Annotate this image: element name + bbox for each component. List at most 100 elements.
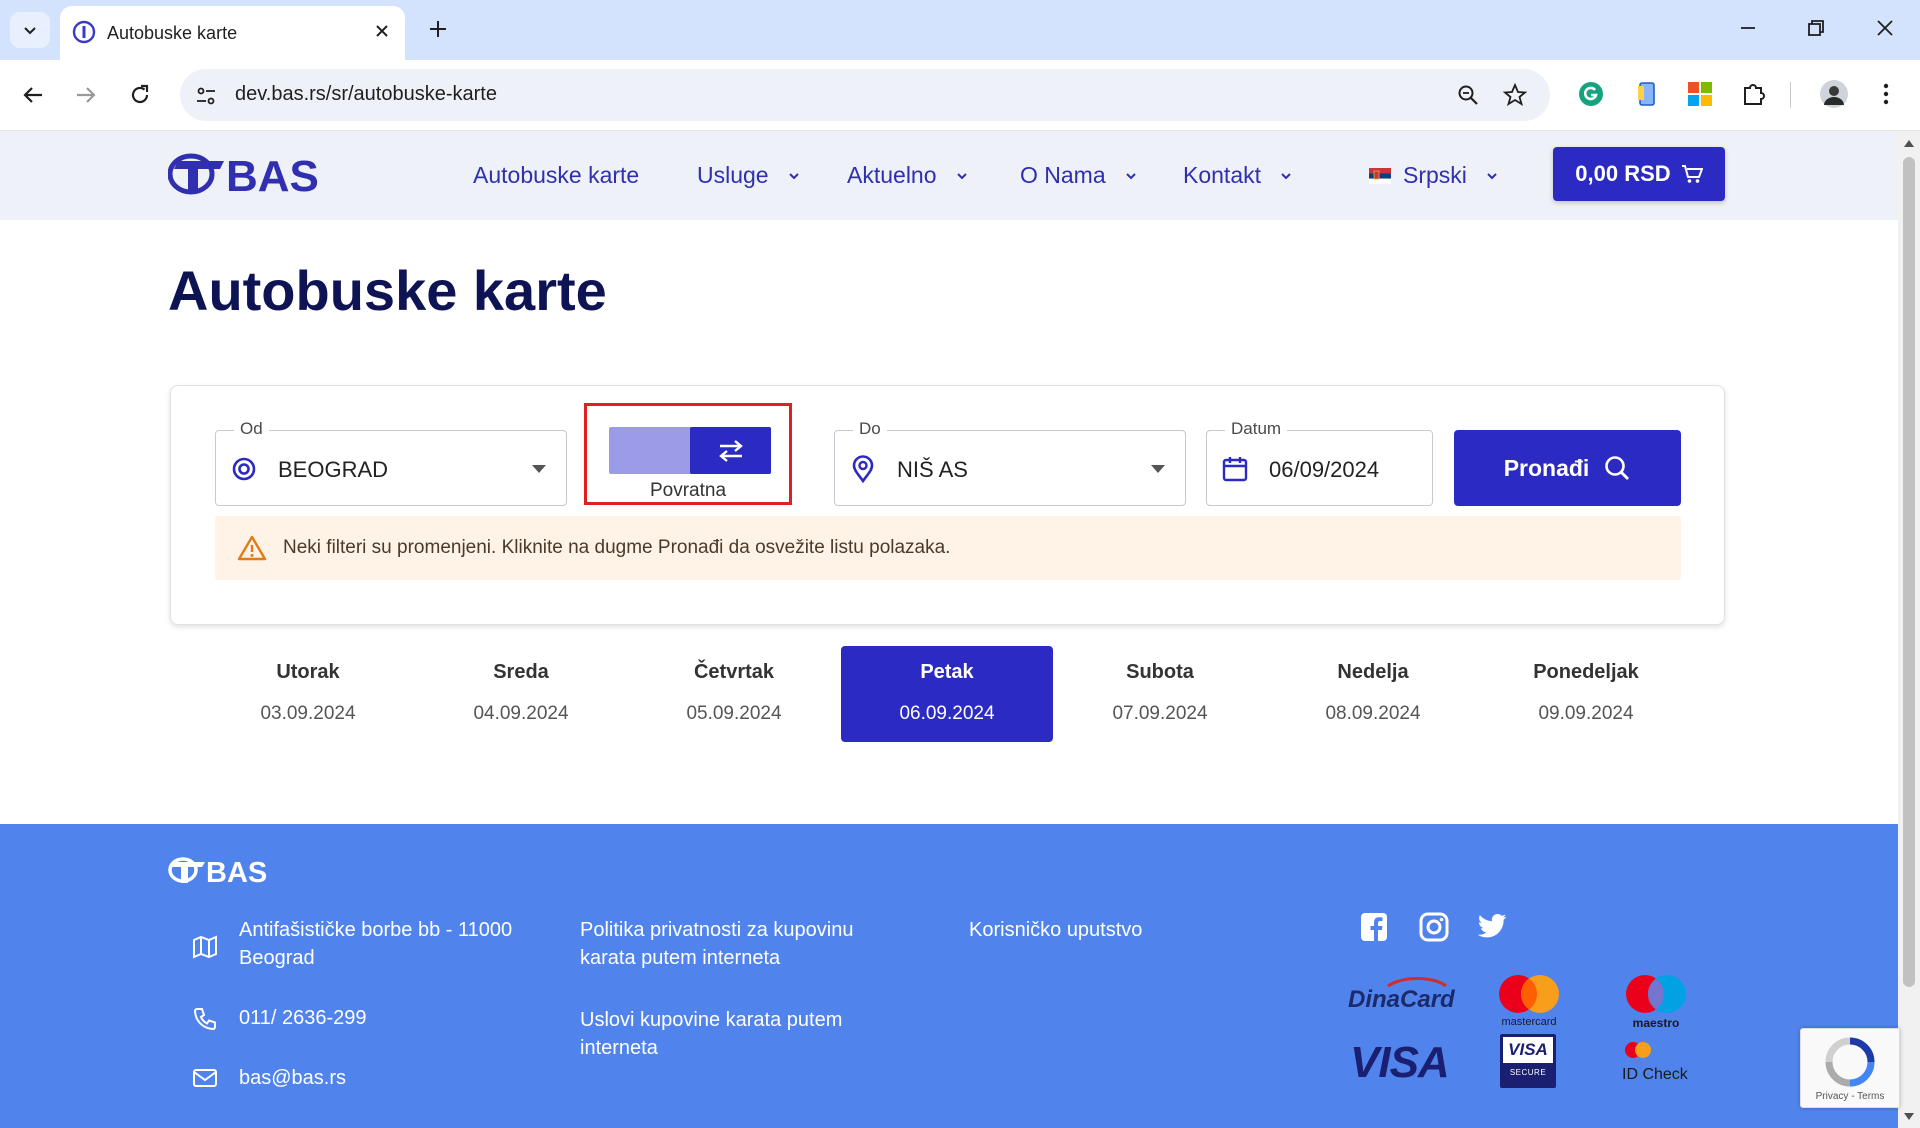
cart-icon bbox=[1681, 165, 1703, 183]
site-settings-icon[interactable] bbox=[194, 84, 218, 108]
recaptcha-icon bbox=[1825, 1037, 1875, 1087]
alert-text: Neki filteri su promenjeni. Kliknite na … bbox=[283, 537, 951, 558]
dinacard-label: DinaCard bbox=[1348, 986, 1455, 1013]
bas-favicon-icon bbox=[72, 20, 96, 44]
visa-secure-top-text: VISA bbox=[1508, 1040, 1548, 1059]
url-text[interactable]: dev.bas.rs/sr/autobuske-karte bbox=[235, 83, 497, 106]
from-select[interactable]: Od BEOGRAD bbox=[215, 419, 567, 506]
user-manual-link[interactable]: Korisničko uputstvo bbox=[969, 916, 1142, 944]
day-name: Utorak bbox=[276, 661, 340, 683]
day-item[interactable]: Ponedeljak 09.09.2024 bbox=[1480, 646, 1692, 742]
logo-text: BAS bbox=[226, 152, 319, 199]
address-bar[interactable]: dev.bas.rs/sr/autobuske-karte bbox=[180, 69, 1550, 121]
maestro-icon bbox=[1626, 975, 1686, 1013]
date-value: 06/09/2024 bbox=[1269, 457, 1380, 482]
day-item-selected[interactable]: Petak 06.09.2024 bbox=[841, 646, 1053, 742]
nav-kontakt[interactable]: Kontakt bbox=[1183, 162, 1293, 189]
language-selector[interactable]: Srpski bbox=[1369, 162, 1499, 189]
from-value: BEOGRAD bbox=[278, 457, 389, 482]
day-name: Četvrtak bbox=[693, 661, 775, 683]
profile-avatar-icon[interactable] bbox=[1819, 79, 1849, 109]
day-name: Subota bbox=[1126, 661, 1194, 683]
email-icon bbox=[193, 1069, 217, 1087]
footer-email[interactable]: bas@bas.rs bbox=[239, 1064, 346, 1092]
footer-logo[interactable]: BAS bbox=[168, 854, 280, 886]
toggle-knob[interactable] bbox=[690, 427, 771, 474]
warning-icon bbox=[237, 535, 267, 561]
phone-extension-icon[interactable] bbox=[1633, 80, 1661, 108]
nav-autobuske-karte[interactable]: Autobuske karte bbox=[473, 162, 639, 189]
extensions-puzzle-icon[interactable] bbox=[1740, 80, 1768, 108]
nav-label: Usluge bbox=[697, 162, 769, 188]
new-tab-plus-icon[interactable] bbox=[425, 16, 451, 42]
back-arrow-icon[interactable] bbox=[20, 82, 46, 108]
terms-link[interactable]: Uslovi kupovine karata putem interneta bbox=[580, 1006, 842, 1062]
day-date: 07.09.2024 bbox=[1112, 703, 1208, 724]
facebook-icon[interactable] bbox=[1360, 912, 1388, 942]
page-scrollbar[interactable] bbox=[1898, 131, 1920, 1128]
chevron-down-icon bbox=[24, 27, 36, 35]
day-name: Sreda bbox=[493, 661, 549, 683]
scroll-up-icon[interactable] bbox=[1904, 139, 1914, 147]
mastercard-text: mastercard bbox=[1501, 1016, 1557, 1028]
nav-usluge[interactable]: Usluge bbox=[697, 162, 801, 189]
day-date: 09.09.2024 bbox=[1538, 703, 1634, 724]
day-name: Nedelja bbox=[1337, 661, 1409, 683]
day-date: 05.09.2024 bbox=[686, 703, 782, 724]
link-line: karata putem interneta bbox=[580, 947, 781, 969]
browser-toolbar: dev.bas.rs/sr/autobuske-karte bbox=[0, 60, 1920, 131]
day-item[interactable]: Utorak 03.09.2024 bbox=[202, 646, 414, 742]
date-field[interactable]: Datum 06/09/2024 bbox=[1206, 419, 1433, 506]
zoom-icon[interactable] bbox=[1456, 83, 1480, 107]
recaptcha-badge[interactable]: Privacy - Terms bbox=[1800, 1028, 1900, 1108]
microsoft-extension-icon[interactable] bbox=[1686, 80, 1714, 108]
nav-label: Autobuske karte bbox=[473, 162, 640, 188]
forward-arrow-icon[interactable] bbox=[73, 82, 99, 108]
day-date: 08.09.2024 bbox=[1325, 703, 1421, 724]
window-close-icon[interactable] bbox=[1873, 16, 1897, 40]
search-card: Od BEOGRAD Povratna Do NIŠ AS Datum 06/0… bbox=[170, 385, 1725, 625]
day-item[interactable]: Četvrtak 05.09.2024 bbox=[628, 646, 840, 742]
restore-icon[interactable] bbox=[1804, 16, 1828, 40]
day-item[interactable]: Nedelja 08.09.2024 bbox=[1267, 646, 1479, 742]
reload-icon[interactable] bbox=[127, 82, 153, 108]
id-check-logo: ID Check bbox=[1622, 1040, 1688, 1083]
bas-logo[interactable]: BAS bbox=[168, 149, 338, 199]
recaptcha-text[interactable]: Privacy - Terms bbox=[1801, 1091, 1899, 1102]
maestro-logo: maestro bbox=[1620, 974, 1692, 1030]
scroll-thumb[interactable] bbox=[1903, 157, 1915, 987]
bookmark-star-icon[interactable] bbox=[1502, 82, 1528, 108]
toolbar-divider bbox=[1790, 82, 1791, 108]
cart-total: 0,00 RSD bbox=[1575, 161, 1671, 186]
return-trip-toggle[interactable] bbox=[609, 427, 771, 474]
to-select[interactable]: Do NIŠ AS bbox=[834, 419, 1186, 506]
nav-o-nama[interactable]: O Nama bbox=[1020, 162, 1138, 189]
instagram-icon[interactable] bbox=[1419, 912, 1449, 942]
close-icon[interactable] bbox=[371, 20, 393, 42]
day-item[interactable]: Subota 07.09.2024 bbox=[1054, 646, 1266, 742]
minimize-icon[interactable] bbox=[1736, 16, 1760, 40]
grammarly-extension-icon[interactable] bbox=[1577, 80, 1605, 108]
footer-phone[interactable]: 011/ 2636-299 bbox=[239, 1004, 367, 1032]
filters-changed-alert: Neki filteri su promenjeni. Kliknite na … bbox=[215, 516, 1681, 580]
twitter-icon[interactable] bbox=[1478, 914, 1508, 940]
browser-menu-icon[interactable] bbox=[1873, 80, 1899, 108]
scroll-down-icon[interactable] bbox=[1904, 1113, 1914, 1121]
map-icon bbox=[193, 935, 217, 959]
nav-aktuelno[interactable]: Aktuelno bbox=[847, 162, 969, 189]
browser-tab[interactable]: Autobuske karte bbox=[60, 6, 405, 60]
browser-tabstrip: Autobuske karte bbox=[0, 0, 1920, 60]
day-date: 04.09.2024 bbox=[473, 703, 569, 724]
tab-search-button[interactable] bbox=[10, 12, 50, 48]
footer-logo-text: BAS bbox=[206, 857, 267, 886]
chevron-down-icon bbox=[788, 172, 799, 179]
chevron-down-icon bbox=[1281, 172, 1291, 179]
visa-secure-logo: VISA SECURE bbox=[1500, 1034, 1556, 1088]
find-button[interactable]: Pronađi bbox=[1454, 430, 1681, 506]
cart-button[interactable]: 0,00 RSD bbox=[1553, 147, 1725, 201]
visa-logo: VISA bbox=[1350, 1038, 1450, 1087]
privacy-policy-link[interactable]: Politika privatnosti za kupovinu karata … bbox=[580, 916, 853, 972]
day-item[interactable]: Sreda 04.09.2024 bbox=[415, 646, 627, 742]
nav-label: Kontakt bbox=[1183, 162, 1261, 188]
date-label: Datum bbox=[1225, 419, 1288, 439]
